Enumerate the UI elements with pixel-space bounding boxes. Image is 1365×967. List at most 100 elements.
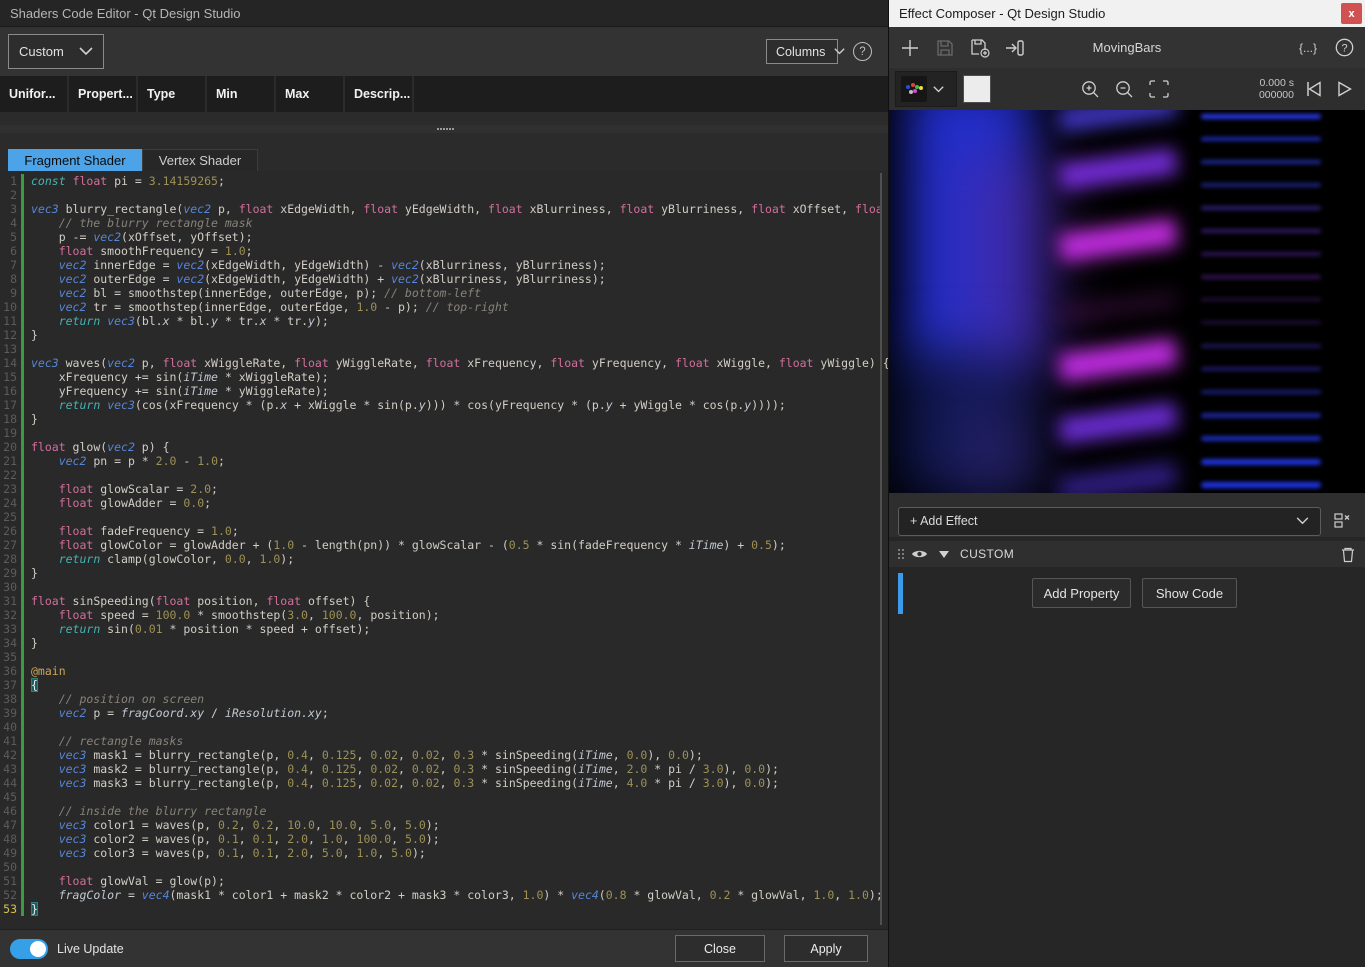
- code-line-6[interactable]: 6 float smoothFrequency = 1.0;: [0, 244, 888, 258]
- editor-scrollbar[interactable]: [880, 173, 882, 925]
- code-line-34[interactable]: 34}: [0, 636, 888, 650]
- code-line-31[interactable]: 31float sinSpeeding(float position, floa…: [0, 594, 888, 608]
- close-button[interactable]: Close: [675, 935, 765, 962]
- column-header-property[interactable]: Propert...: [69, 76, 136, 112]
- code-line-9[interactable]: 9 vec2 bl = smoothstep(innerEdge, outerE…: [0, 286, 888, 300]
- uniform-table-body: [0, 112, 888, 125]
- code-line-22[interactable]: 22: [0, 468, 888, 482]
- code-line-11[interactable]: 11 return vec3(bl.x * bl.y * tr.x * tr.y…: [0, 314, 888, 328]
- custom-effect-label: CUSTOM: [960, 547, 1014, 561]
- code-line-10[interactable]: 10 vec2 tr = smoothstep(innerEdge, outer…: [0, 300, 888, 314]
- zoom-out-icon[interactable]: [1115, 80, 1134, 99]
- svg-text:?: ?: [1341, 42, 1347, 54]
- delete-effect-icon[interactable]: [1340, 546, 1356, 563]
- code-line-8[interactable]: 8 vec2 outerEdge = vec2(xEdgeWidth, yEdg…: [0, 272, 888, 286]
- drag-handle-icon[interactable]: [898, 549, 900, 551]
- code-line-30[interactable]: 30: [0, 580, 888, 594]
- code-line-25[interactable]: 25: [0, 510, 888, 524]
- code-line-14[interactable]: 14vec3 waves(vec2 p, float xWiggleRate, …: [0, 356, 888, 370]
- code-line-5[interactable]: 5 p -= vec2(xOffset, yOffset);: [0, 230, 888, 244]
- add-new-effect-icon[interactable]: [899, 37, 921, 59]
- code-line-20[interactable]: 20float glow(vec2 p) {: [0, 440, 888, 454]
- apply-button[interactable]: Apply: [784, 935, 868, 962]
- show-code-button[interactable]: Show Code: [1142, 578, 1237, 608]
- preview-image-select[interactable]: [895, 71, 957, 107]
- code-line-35[interactable]: 35: [0, 650, 888, 664]
- code-line-47[interactable]: 47 vec3 color1 = waves(p, 0.2, 0.2, 10.0…: [0, 818, 888, 832]
- code-line-4[interactable]: 4 // the blurry rectangle mask: [0, 216, 888, 230]
- code-line-52[interactable]: 52 fragColor = vec4(mask1 * color1 + mas…: [0, 888, 888, 902]
- uniform-type-select[interactable]: Custom: [8, 34, 104, 69]
- code-line-16[interactable]: 16 yFrequency += sin(iTime * yWiggleRate…: [0, 384, 888, 398]
- code-line-13[interactable]: 13: [0, 342, 888, 356]
- code-line-28[interactable]: 28 return clamp(glowColor, 0.0, 1.0);: [0, 552, 888, 566]
- splitter-handle[interactable]: [0, 125, 888, 133]
- column-header-type[interactable]: Type: [138, 76, 205, 112]
- code-line-43[interactable]: 43 vec3 mask2 = blurry_rectangle(p, 0.4,…: [0, 762, 888, 776]
- column-header-min[interactable]: Min: [207, 76, 274, 112]
- code-line-7[interactable]: 7 vec2 innerEdge = vec2(xEdgeWidth, yEdg…: [0, 258, 888, 272]
- code-line-3[interactable]: 3vec3 blurry_rectangle(vec2 p, float xEd…: [0, 202, 888, 216]
- clear-all-effects-icon[interactable]: [1332, 512, 1351, 530]
- code-line-53[interactable]: 53}: [0, 902, 888, 916]
- code-line-42[interactable]: 42 vec3 mask1 = blurry_rectangle(p, 0.4,…: [0, 748, 888, 762]
- help-icon[interactable]: ?: [853, 42, 872, 61]
- preview-bar: [1201, 482, 1321, 488]
- fit-to-view-icon[interactable]: [1149, 80, 1169, 98]
- code-line-19[interactable]: 19: [0, 426, 888, 440]
- code-line-39[interactable]: 39 vec2 p = fragCoord.xy / iResolution.x…: [0, 706, 888, 720]
- code-line-26[interactable]: 26 float fadeFrequency = 1.0;: [0, 524, 888, 538]
- tab-vertex-shader[interactable]: Vertex Shader: [142, 149, 258, 171]
- code-line-51[interactable]: 51 float glowVal = glow(p);: [0, 874, 888, 888]
- code-line-38[interactable]: 38 // position on screen: [0, 692, 888, 706]
- code-line-50[interactable]: 50: [0, 860, 888, 874]
- code-line-23[interactable]: 23 float glowScalar = 2.0;: [0, 482, 888, 496]
- code-line-15[interactable]: 15 xFrequency += sin(iTime * xWiggleRate…: [0, 370, 888, 384]
- code-line-36[interactable]: 36@main: [0, 664, 888, 678]
- code-line-37[interactable]: 37{: [0, 678, 888, 692]
- code-line-12[interactable]: 12}: [0, 328, 888, 342]
- add-property-button[interactable]: Add Property: [1032, 578, 1131, 608]
- help-icon[interactable]: ?: [1333, 37, 1355, 59]
- code-line-2[interactable]: 2: [0, 188, 888, 202]
- zoom-in-icon[interactable]: [1081, 80, 1100, 99]
- code-line-18[interactable]: 18}: [0, 412, 888, 426]
- code-line-41[interactable]: 41 // rectangle masks: [0, 734, 888, 748]
- code-line-1[interactable]: 1const float pi = 3.14159265;: [0, 174, 888, 188]
- code-line-44[interactable]: 44 vec3 mask3 = blurry_rectangle(p, 0.4,…: [0, 776, 888, 790]
- shader-code-editor[interactable]: 1const float pi = 3.14159265;23vec3 blur…: [0, 171, 888, 929]
- code-line-33[interactable]: 33 return sin(0.01 * position * speed + …: [0, 622, 888, 636]
- column-header-uniform[interactable]: Unifor...: [0, 76, 67, 112]
- live-update-toggle[interactable]: [10, 939, 48, 959]
- code-line-40[interactable]: 40: [0, 720, 888, 734]
- add-effect-dropdown[interactable]: + Add Effect: [898, 507, 1321, 536]
- code-line-27[interactable]: 27 float glowColor = glowAdder + (1.0 - …: [0, 538, 888, 552]
- preview-background-color-swatch[interactable]: [963, 75, 991, 103]
- code-line-17[interactable]: 17 return vec3(cos(xFrequency * (p.x + x…: [0, 398, 888, 412]
- code-line-21[interactable]: 21 vec2 pn = p * 2.0 - 1.0;: [0, 454, 888, 468]
- restart-icon[interactable]: [1304, 80, 1324, 98]
- code-line-32[interactable]: 32 float speed = 100.0 * smoothstep(3.0,…: [0, 608, 888, 622]
- columns-select[interactable]: Columns: [766, 39, 838, 64]
- code-line-46[interactable]: 46 // inside the blurry rectangle: [0, 804, 888, 818]
- code-line-45[interactable]: 45: [0, 790, 888, 804]
- close-window-button[interactable]: x: [1341, 3, 1362, 24]
- tab-fragment-shader[interactable]: Fragment Shader: [8, 149, 142, 171]
- custom-effect-header[interactable]: CUSTOM: [889, 541, 1365, 567]
- save-as-icon[interactable]: [969, 37, 991, 59]
- code-line-24[interactable]: 24 float glowAdder = 0.0;: [0, 496, 888, 510]
- show-shader-code-icon[interactable]: {...}: [1297, 37, 1319, 59]
- preview-bar: [1201, 275, 1321, 279]
- save-icon[interactable]: [934, 37, 956, 59]
- code-line-49[interactable]: 49 vec3 color3 = waves(p, 0.1, 0.1, 2.0,…: [0, 846, 888, 860]
- code-lines: 1const float pi = 3.14159265;23vec3 blur…: [0, 174, 888, 916]
- code-line-48[interactable]: 48 vec3 color2 = waves(p, 0.1, 0.1, 2.0,…: [0, 832, 888, 846]
- play-icon[interactable]: [1335, 80, 1355, 98]
- column-header-description[interactable]: Descrip...: [345, 76, 412, 112]
- expand-caret-icon[interactable]: [939, 551, 949, 558]
- assign-to-item-icon[interactable]: [1004, 37, 1026, 59]
- visibility-eye-icon[interactable]: [911, 548, 928, 560]
- preview-bar: [1201, 367, 1321, 371]
- code-line-29[interactable]: 29}: [0, 566, 888, 580]
- column-header-max[interactable]: Max: [276, 76, 343, 112]
